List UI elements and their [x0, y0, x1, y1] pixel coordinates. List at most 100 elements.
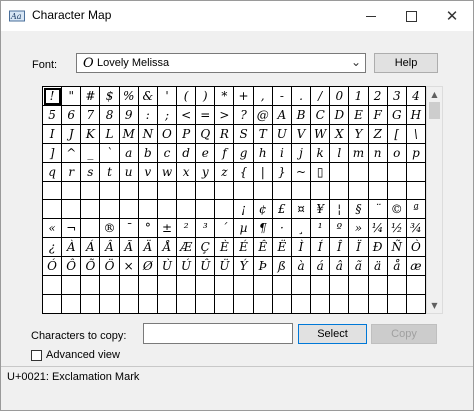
- character-cell[interactable]: É: [234, 238, 254, 258]
- character-cell[interactable]: ¯: [119, 219, 139, 239]
- character-cell[interactable]: K: [81, 124, 101, 144]
- character-cell[interactable]: m: [349, 143, 369, 163]
- character-cell[interactable]: [100, 200, 120, 220]
- character-cell[interactable]: Ü: [215, 257, 235, 277]
- character-cell[interactable]: Å: [157, 238, 178, 258]
- character-cell[interactable]: [215, 181, 235, 201]
- character-cell[interactable]: [368, 162, 388, 182]
- character-cell[interactable]: Ì: [291, 238, 312, 258]
- character-cell[interactable]: [330, 295, 350, 314]
- character-cell[interactable]: [119, 276, 139, 296]
- character-cell[interactable]: [43, 295, 63, 314]
- characters-to-copy-input[interactable]: [143, 323, 293, 344]
- character-cell[interactable]: n: [368, 143, 388, 163]
- character-cell[interactable]: ®: [100, 219, 120, 239]
- character-cell[interactable]: [368, 276, 388, 296]
- character-cell[interactable]: Þ: [253, 257, 273, 277]
- character-cell[interactable]: g: [234, 143, 254, 163]
- character-cell[interactable]: ²: [177, 219, 197, 239]
- character-cell[interactable]: [387, 162, 407, 182]
- character-cell[interactable]: ¼: [368, 219, 388, 239]
- character-cell[interactable]: ?: [234, 105, 254, 125]
- character-cell[interactable]: Ö: [100, 257, 120, 277]
- character-cell[interactable]: ¾: [406, 219, 426, 239]
- character-cell[interactable]: [138, 295, 158, 314]
- character-cell[interactable]: \: [406, 124, 426, 144]
- character-cell[interactable]: Y: [349, 124, 369, 144]
- character-cell[interactable]: r: [62, 162, 82, 182]
- character-cell[interactable]: [81, 295, 101, 314]
- character-cell[interactable]: ¨: [368, 200, 388, 220]
- character-cell[interactable]: 4: [406, 87, 426, 106]
- character-cell[interactable]: [62, 181, 82, 201]
- font-select[interactable]: O Lovely Melissa ⌄: [76, 53, 366, 73]
- character-cell[interactable]: u: [119, 162, 139, 182]
- character-cell[interactable]: °: [138, 219, 158, 239]
- character-cell[interactable]: £: [272, 200, 292, 220]
- character-cell[interactable]: [311, 295, 331, 314]
- character-cell[interactable]: »: [349, 219, 369, 239]
- character-cell[interactable]: ª: [406, 200, 426, 220]
- character-cell[interactable]: Ê: [253, 238, 273, 258]
- character-cell[interactable]: [349, 295, 369, 314]
- character-cell[interactable]: æ: [406, 257, 426, 277]
- character-cell[interactable]: [387, 276, 407, 296]
- character-cell[interactable]: D: [330, 105, 350, 125]
- character-cell[interactable]: ,: [253, 87, 273, 106]
- character-cell[interactable]: [: [387, 124, 407, 144]
- character-cell[interactable]: E: [349, 105, 369, 125]
- character-cell[interactable]: [330, 162, 350, 182]
- character-cell[interactable]: F: [368, 105, 388, 125]
- character-cell[interactable]: C: [311, 105, 331, 125]
- character-cell[interactable]: b: [138, 143, 158, 163]
- character-cell[interactable]: [138, 200, 158, 220]
- character-cell[interactable]: <: [177, 105, 197, 125]
- character-cell[interactable]: º: [330, 219, 350, 239]
- character-cell[interactable]: Ï: [349, 238, 369, 258]
- character-cell[interactable]: [234, 295, 254, 314]
- character-cell[interactable]: ¶: [253, 219, 273, 239]
- character-cell[interactable]: d: [177, 143, 197, 163]
- character-cell[interactable]: ¥: [311, 200, 331, 220]
- character-cell[interactable]: [43, 276, 63, 296]
- character-cell[interactable]: [272, 295, 292, 314]
- character-cell[interactable]: ±: [157, 219, 178, 239]
- character-cell[interactable]: %: [119, 87, 139, 106]
- character-cell[interactable]: [138, 181, 158, 201]
- character-cell[interactable]: Ó: [43, 257, 63, 277]
- character-cell[interactable]: [43, 200, 63, 220]
- character-cell[interactable]: -: [272, 87, 292, 106]
- character-cell[interactable]: `: [100, 143, 120, 163]
- character-cell[interactable]: 7: [81, 105, 101, 125]
- character-cell[interactable]: =: [196, 105, 216, 125]
- character-cell[interactable]: [100, 276, 120, 296]
- character-cell[interactable]: /: [311, 87, 331, 106]
- character-cell[interactable]: ": [62, 87, 82, 106]
- character-cell[interactable]: p: [406, 143, 426, 163]
- character-cell[interactable]: Ç: [196, 238, 216, 258]
- character-cell[interactable]: v: [138, 162, 158, 182]
- character-cell[interactable]: È: [215, 238, 235, 258]
- character-cell[interactable]: ^: [62, 143, 82, 163]
- character-cell[interactable]: J: [62, 124, 82, 144]
- character-cell[interactable]: [406, 276, 426, 296]
- character-cell[interactable]: Õ: [81, 257, 101, 277]
- character-cell[interactable]: [81, 219, 101, 239]
- scroll-up-icon[interactable]: ▲: [427, 87, 442, 102]
- character-cell[interactable]: [311, 181, 331, 201]
- character-cell[interactable]: R: [215, 124, 235, 144]
- character-cell[interactable]: ×: [119, 257, 139, 277]
- character-cell[interactable]: V: [291, 124, 312, 144]
- character-cell[interactable]: å: [387, 257, 407, 277]
- character-cell[interactable]: >: [215, 105, 235, 125]
- character-cell[interactable]: [100, 295, 120, 314]
- character-cell[interactable]: [138, 276, 158, 296]
- character-cell[interactable]: :: [138, 105, 158, 125]
- close-button[interactable]: ✕: [431, 1, 473, 31]
- character-cell[interactable]: §: [349, 200, 369, 220]
- character-cell[interactable]: 3: [387, 87, 407, 106]
- character-cell[interactable]: ': [157, 87, 178, 106]
- character-cell[interactable]: [62, 200, 82, 220]
- character-cell[interactable]: Ø: [138, 257, 158, 277]
- character-cell[interactable]: ¹: [311, 219, 331, 239]
